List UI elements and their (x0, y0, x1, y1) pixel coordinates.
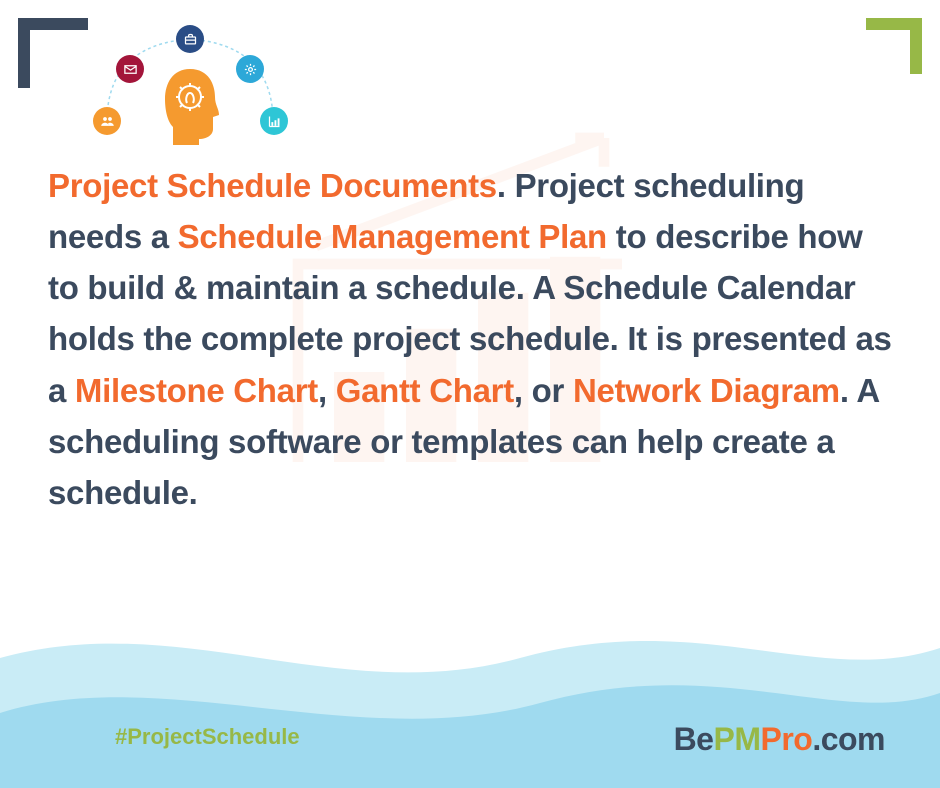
phrase-gantt: Gantt Chart (336, 372, 514, 409)
logo-part-pro: Pro (760, 721, 812, 757)
phrase-network: Network Diagram (573, 372, 840, 409)
mail-icon (116, 55, 144, 83)
concept-icon-cluster (90, 15, 290, 145)
phrase-title: Project Schedule Documents (48, 167, 497, 204)
hashtag: #ProjectSchedule (115, 724, 300, 750)
phrase-plan: Schedule Management Plan (178, 218, 607, 255)
gear-icon (236, 55, 264, 83)
body-text: Project Schedule Documents. Project sche… (48, 160, 892, 518)
phrase-milestone: Milestone Chart (75, 372, 318, 409)
corner-bracket-top-left (18, 18, 88, 88)
logo-part-be: Be (674, 721, 714, 757)
people-icon (93, 107, 121, 135)
idea-head-icon (155, 65, 225, 145)
corner-bracket-top-right (866, 18, 922, 74)
site-logo: BePMPro.com (674, 721, 885, 758)
briefcase-icon (176, 25, 204, 53)
logo-part-pm: PM (713, 721, 760, 757)
chart-icon (260, 107, 288, 135)
logo-part-com: .com (812, 721, 885, 757)
